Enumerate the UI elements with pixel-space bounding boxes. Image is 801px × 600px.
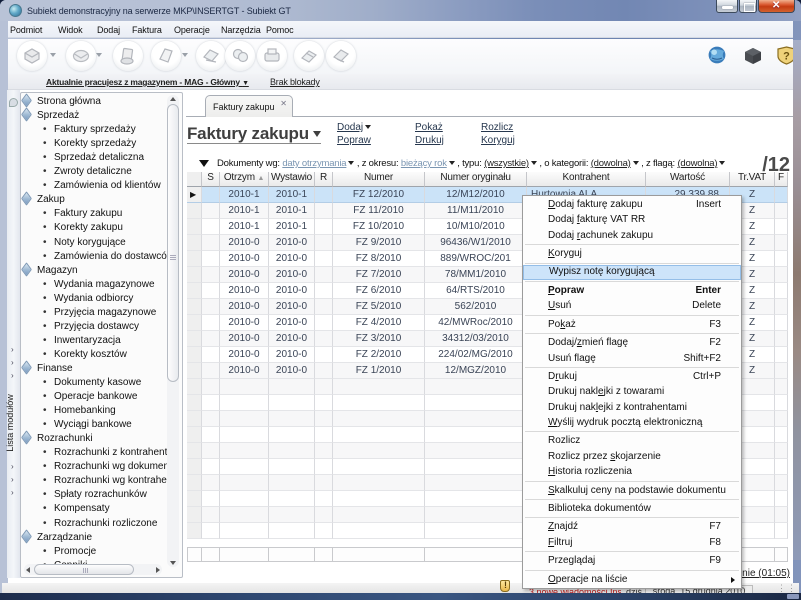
svg-text:?: ? <box>783 51 790 63</box>
